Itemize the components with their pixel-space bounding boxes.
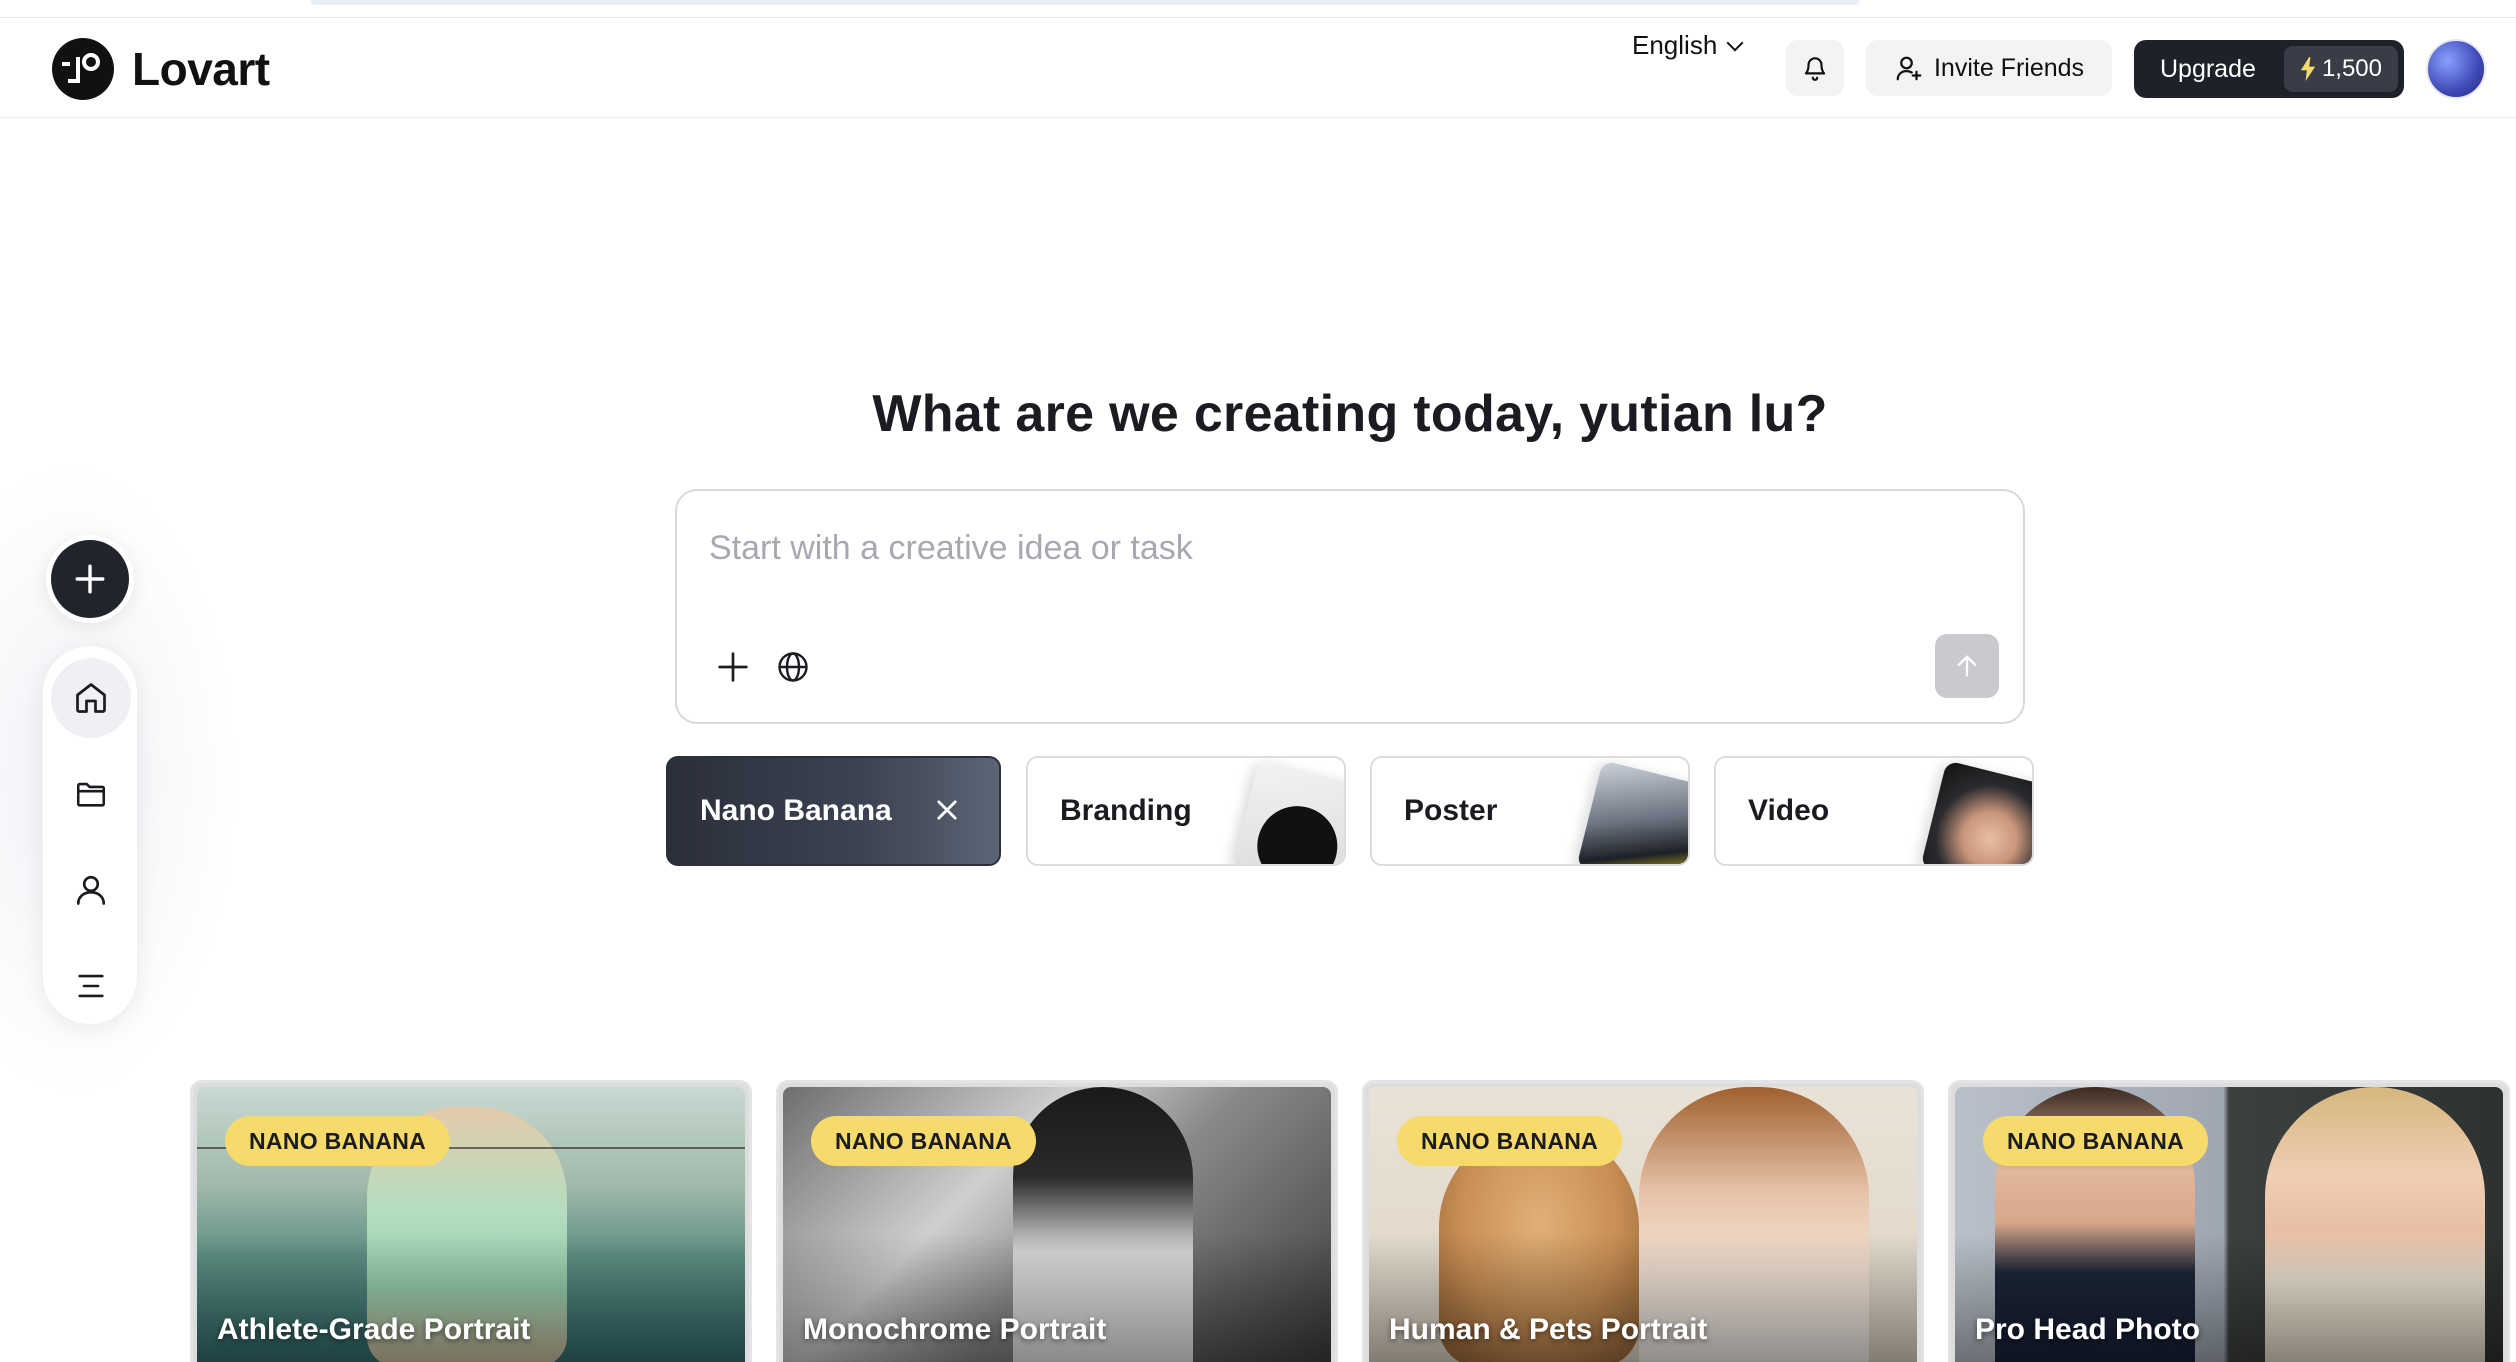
card-title: Monochrome Portrait — [803, 1313, 1107, 1346]
template-card-athlete[interactable]: NANO BANANA Athlete-Grade Portrait — [190, 1080, 752, 1362]
language-selector[interactable]: English — [1632, 30, 1744, 61]
poster-thumbnail — [1576, 760, 1688, 864]
language-label: English — [1632, 30, 1718, 60]
card-badge: NANO BANANA — [811, 1116, 1037, 1166]
sidebar-item-profile[interactable] — [51, 850, 131, 930]
user-avatar[interactable] — [2426, 39, 2486, 99]
template-card-human-pets[interactable]: NANO BANANA Human & Pets Portrait — [1362, 1080, 1924, 1362]
chip-label: Video — [1748, 794, 1830, 827]
card-title: Athlete-Grade Portrait — [217, 1313, 531, 1346]
template-card-monochrome[interactable]: NANO BANANA Monochrome Portrait — [776, 1080, 1338, 1362]
send-button[interactable] — [1935, 634, 1999, 698]
card-title: Human & Pets Portrait — [1389, 1313, 1708, 1346]
lovart-logo-icon — [52, 38, 114, 100]
address-bar-edge — [310, 0, 1860, 5]
card-title: Pro Head Photo — [1975, 1313, 2201, 1346]
prompt-input[interactable] — [709, 529, 1909, 568]
template-card-pro-head[interactable]: NANO BANANA Pro Head Photo — [1948, 1080, 2510, 1362]
sidebar-item-home[interactable] — [51, 658, 131, 738]
attach-plus-icon[interactable] — [713, 647, 753, 687]
chip-label: Branding — [1060, 794, 1192, 827]
page-title: What are we creating today, yutian lu? — [872, 385, 1828, 443]
chevron-down-icon — [1726, 34, 1744, 51]
notifications-button[interactable] — [1786, 40, 1844, 96]
new-project-button[interactable] — [46, 535, 134, 623]
browser-top-strip — [0, 0, 2516, 18]
bell-icon — [1804, 57, 1826, 81]
folder-icon — [76, 782, 106, 807]
lightning-icon — [2300, 57, 2316, 81]
chip-video[interactable]: Video — [1714, 756, 2034, 866]
credits-badge: 1,500 — [2283, 46, 2398, 92]
upgrade-button[interactable]: Upgrade 1,500 — [2134, 40, 2404, 98]
invite-friends-button[interactable]: Invite Friends — [1866, 40, 2112, 96]
brand-logo[interactable]: Lovart — [52, 38, 270, 100]
plus-icon — [75, 564, 105, 594]
menu-icon — [78, 974, 104, 998]
invite-friends-label: Invite Friends — [1933, 53, 2085, 82]
arrow-up-icon — [1957, 655, 1977, 677]
top-header: Lovart English Invite Friends Upgrade 1,… — [0, 18, 2516, 118]
card-badge: NANO BANANA — [1397, 1116, 1623, 1166]
home-icon — [76, 683, 106, 713]
globe-icon[interactable] — [775, 649, 811, 685]
chip-branding[interactable]: Branding — [1026, 756, 1346, 866]
chip-nano-banana[interactable]: Nano Banana — [666, 756, 1001, 866]
chip-label: Poster — [1404, 794, 1498, 827]
chip-poster[interactable]: Poster — [1370, 756, 1690, 866]
sidebar-item-projects[interactable] — [51, 754, 131, 834]
prompt-box — [675, 489, 2025, 724]
brand-name: Lovart — [132, 43, 270, 95]
user-icon — [76, 875, 106, 905]
branding-thumbnail — [1232, 760, 1344, 864]
user-add-icon — [1896, 56, 1922, 81]
card-badge: NANO BANANA — [225, 1116, 451, 1166]
credits-count: 1,500 — [2321, 55, 2382, 82]
card-badge: NANO BANANA — [1983, 1116, 2209, 1166]
sidebar-nav — [42, 645, 138, 1025]
close-icon[interactable] — [933, 796, 961, 824]
video-thumbnail — [1920, 760, 2032, 864]
sidebar-item-menu[interactable] — [51, 946, 131, 1026]
upgrade-label: Upgrade — [2160, 54, 2256, 83]
chip-label: Nano Banana — [700, 794, 892, 827]
